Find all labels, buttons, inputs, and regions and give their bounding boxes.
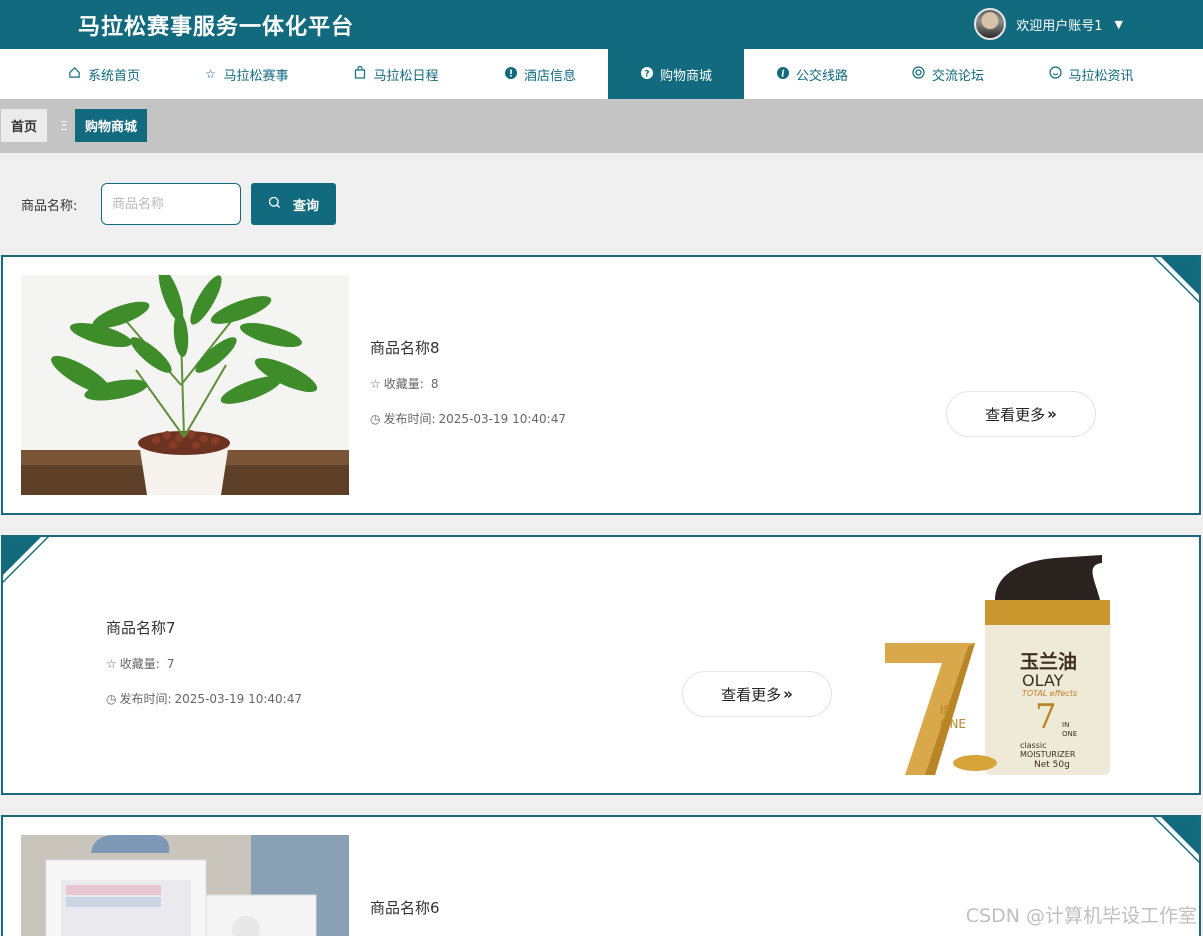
user-greeting[interactable]: 欢迎用户账号1 <box>1016 15 1102 34</box>
favorites-label: 收藏量: <box>119 657 160 671</box>
svg-text:i: i <box>781 69 785 79</box>
product-name[interactable]: 商品名称7 <box>106 617 176 638</box>
avatar[interactable] <box>974 8 1007 40</box>
time-value: 2025-03-19 10:40:47 <box>174 691 302 706</box>
olay-product: classic MOISTURIZER <box>1020 741 1076 759</box>
home-icon <box>68 66 82 82</box>
time-label: 发布时间: <box>119 692 172 706</box>
view-more-button[interactable]: 查看更多 » <box>682 671 832 717</box>
smile-icon <box>1048 66 1062 82</box>
favorites-label: 收藏量: <box>383 377 424 391</box>
search-icon <box>268 196 281 213</box>
breadcrumb-current: 购物商城 <box>75 109 148 142</box>
nav-item-marathon-schedule[interactable]: 马拉松日程 <box>320 49 472 99</box>
nav-label: 酒店信息 <box>523 68 576 84</box>
search-button-label: 查询 <box>292 198 319 214</box>
breadcrumb: 首页 Ξ 购物商城 <box>0 99 1203 153</box>
nav-label: 马拉松资讯 <box>1068 68 1134 84</box>
olay-in-one-small: IN ONE <box>1062 721 1078 738</box>
corner-decoration <box>3 537 49 583</box>
favorites-count: 7 <box>166 656 175 671</box>
product-favorites: ☆ 收藏量: 7 <box>106 655 174 672</box>
favorites-count: 8 <box>430 376 439 391</box>
nav-label: 系统首页 <box>87 68 140 84</box>
nav-item-marathon-events[interactable]: ☆ 马拉松赛事 <box>172 49 320 99</box>
nav-item-bus-routes[interactable]: i 公交线路 <box>744 49 880 99</box>
product-image-olay[interactable]: 玉兰油 OLAY TOTAL effects 7 IN ONE IN ONE c… <box>880 555 1199 775</box>
nav-item-home[interactable]: 系统首页 <box>36 49 172 99</box>
question-icon: ? <box>640 66 654 82</box>
info-icon <box>504 66 518 82</box>
product-name[interactable]: 商品名称6 <box>370 897 440 918</box>
view-more-button[interactable]: 查看更多 » <box>946 391 1096 437</box>
star-icon: ☆ <box>106 656 117 671</box>
search-button[interactable]: 查询 <box>251 183 336 225</box>
nav-item-shop[interactable]: ? 购物商城 <box>608 49 744 99</box>
olay-in-one: IN ONE <box>940 703 967 731</box>
nav-label: 购物商城 <box>659 68 712 84</box>
site-title: 马拉松赛事服务一体化平台 <box>78 15 355 40</box>
view-more-label: 查看更多 <box>985 405 1046 424</box>
product-name[interactable]: 商品名称8 <box>370 337 440 358</box>
product-image-storage[interactable] <box>21 835 349 936</box>
product-image-plant[interactable] <box>21 275 349 495</box>
olay-number: 7 <box>1035 697 1057 737</box>
clock-icon: ◷ <box>370 411 381 426</box>
corner-decoration <box>1153 817 1199 863</box>
nav-item-forum[interactable]: 交流论坛 <box>880 49 1016 99</box>
user-menu[interactable]: 欢迎用户账号1 ▼ <box>974 7 1123 41</box>
clock-icon: ◷ <box>106 691 117 706</box>
search-label: 商品名称: <box>21 199 78 214</box>
product-card: 商品名称7 ☆ 收藏量: 7 ◷ 发布时间: 2025-03-19 10:40:… <box>1 535 1201 795</box>
nav-label: 交流论坛 <box>931 68 984 84</box>
top-bar: 马拉松赛事服务一体化平台 欢迎用户账号1 ▼ <box>0 0 1203 49</box>
main-nav: 系统首页 ☆ 马拉松赛事 马拉松日程 酒店信息 ? 购物商城 i 公交线路 交流… <box>0 49 1203 99</box>
bag-icon <box>353 65 367 82</box>
nav-item-marathon-news[interactable]: 马拉松资讯 <box>1016 49 1166 99</box>
view-more-label: 查看更多 <box>721 685 782 704</box>
product-card: 商品名称8 ☆ 收藏量: 8 ◷ 发布时间: 2025-03-19 10:40:… <box>1 255 1201 515</box>
olay-brand-cn: 玉兰油 <box>1020 651 1078 673</box>
info-italic-icon: i <box>776 66 790 82</box>
svg-text:?: ? <box>644 69 649 79</box>
search-input[interactable] <box>101 183 241 225</box>
time-value: 2025-03-19 10:40:47 <box>438 411 566 426</box>
nav-label: 公交线路 <box>795 68 848 84</box>
nav-label: 马拉松日程 <box>373 68 439 84</box>
corner-decoration <box>1153 257 1199 303</box>
nav-item-hotel-info[interactable]: 酒店信息 <box>472 49 608 99</box>
product-publish-time: ◷ 发布时间: 2025-03-19 10:40:47 <box>370 410 566 427</box>
time-label: 发布时间: <box>383 412 436 426</box>
breadcrumb-home[interactable]: 首页 <box>1 109 48 142</box>
breadcrumb-separator: Ξ <box>60 118 68 133</box>
product-publish-time: ◷ 发布时间: 2025-03-19 10:40:47 <box>106 690 302 707</box>
double-chevron-right-icon: » <box>783 685 793 703</box>
product-favorites: ☆ 收藏量: 8 <box>370 375 438 392</box>
double-chevron-right-icon: » <box>1047 405 1057 423</box>
caret-down-icon[interactable]: ▼ <box>1115 18 1123 31</box>
olay-net: Net 50g <box>1034 760 1070 770</box>
olay-brand: OLAY <box>1022 671 1064 690</box>
lifebuoy-icon <box>912 66 926 82</box>
star-icon: ☆ <box>205 67 216 81</box>
watermark: CSDN @计算机毕设工作室 <box>965 905 1197 927</box>
nav-label: 马拉松赛事 <box>223 68 289 84</box>
star-icon: ☆ <box>370 376 381 391</box>
